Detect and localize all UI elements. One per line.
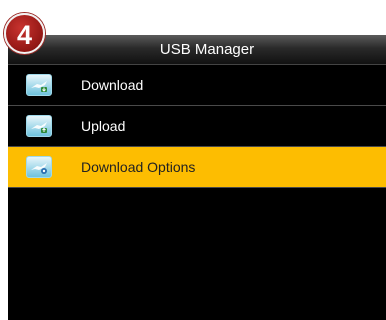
step-number-badge: 4: [4, 13, 45, 54]
usb-download-icon: [26, 74, 52, 96]
title-bar: USB Manager: [8, 35, 386, 65]
usb-menu-list: Download Upload Download Options: [8, 65, 386, 188]
device-screen: USB Manager Download Upload Download Opt…: [8, 35, 386, 320]
window-title: USB Manager: [159, 41, 255, 58]
menu-item-label: Download Options: [81, 159, 196, 175]
menu-item-label: Upload: [81, 118, 126, 134]
menu-item-label: Download: [81, 77, 144, 93]
menu-item-upload[interactable]: Upload: [8, 106, 386, 147]
menu-item-download-options[interactable]: Download Options: [8, 147, 386, 188]
menu-item-download[interactable]: Download: [8, 65, 386, 106]
usb-upload-icon: [26, 115, 52, 137]
usb-options-icon: [26, 156, 52, 178]
